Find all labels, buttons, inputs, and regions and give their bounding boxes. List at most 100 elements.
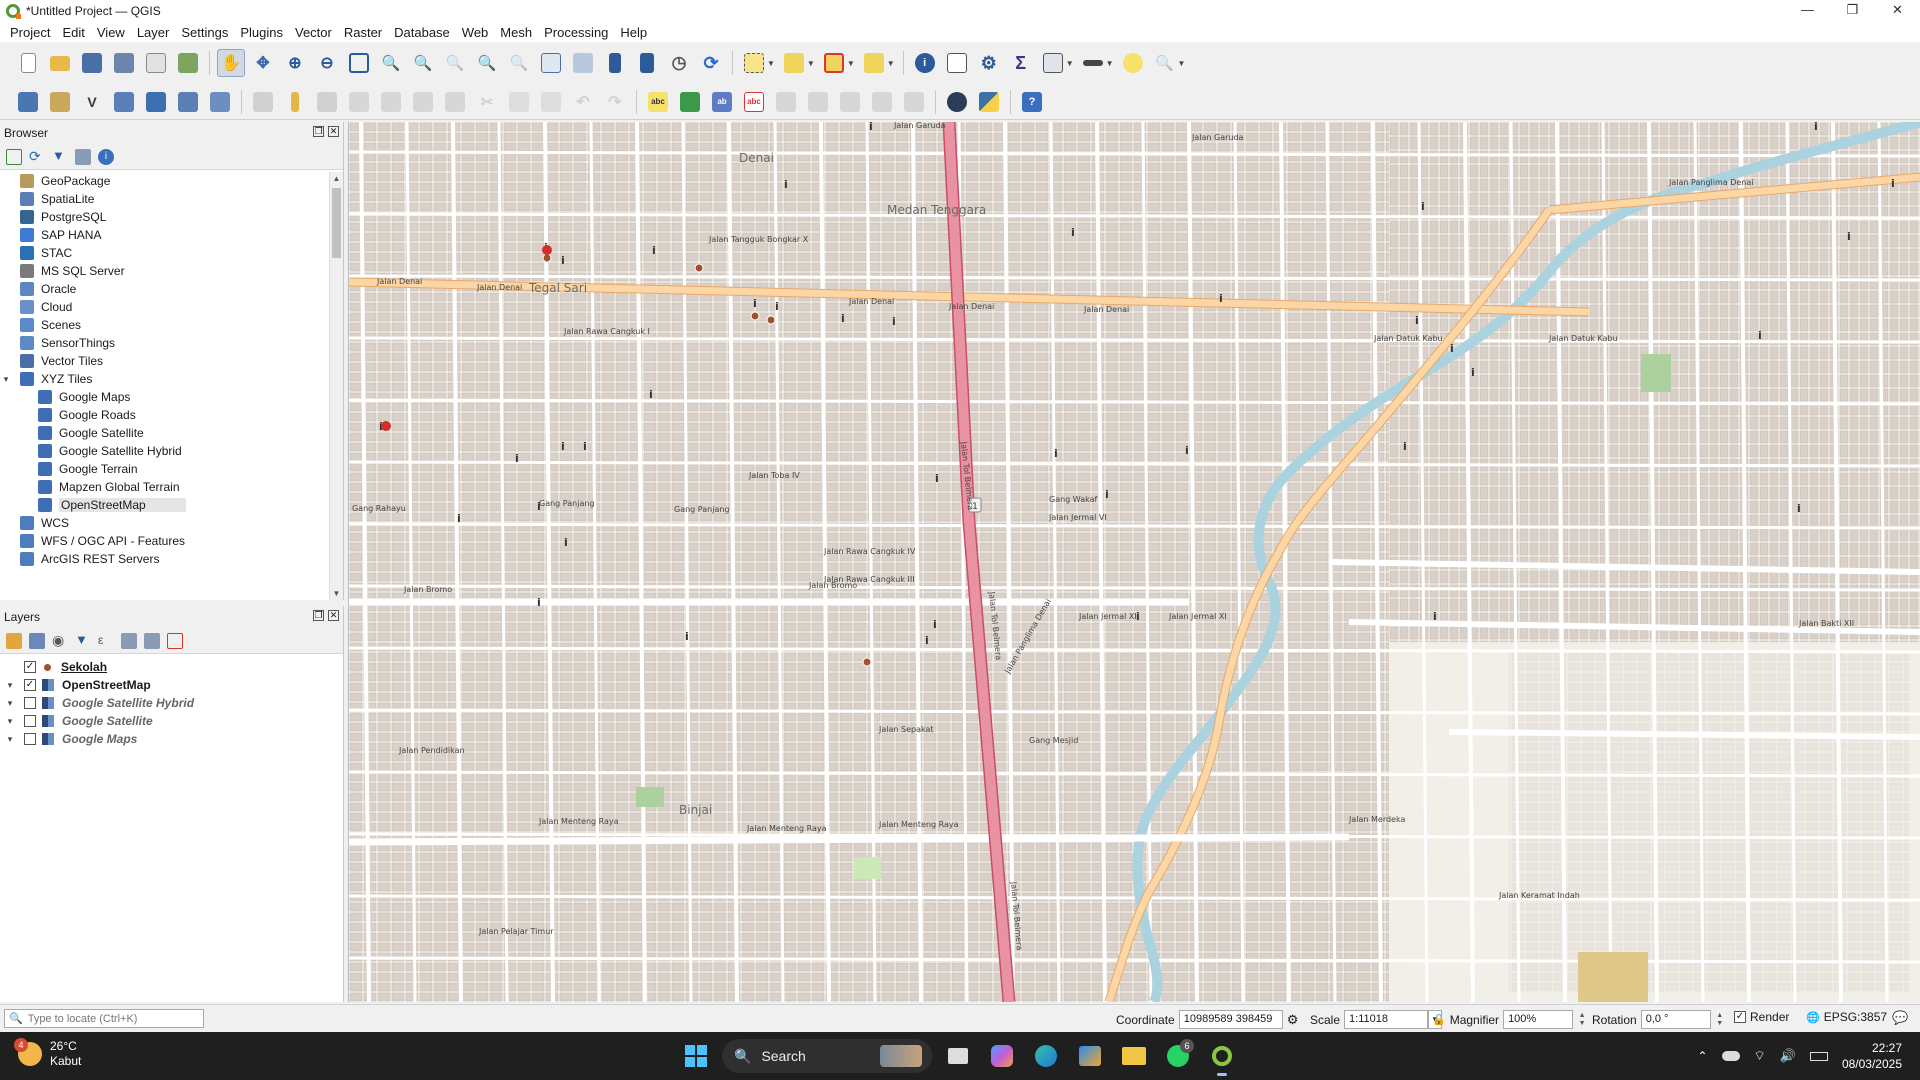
copilot-button[interactable] (984, 1038, 1020, 1074)
temporal-controller-button[interactable]: ◷ (665, 49, 693, 77)
volume-icon[interactable]: 🔊 (1780, 1048, 1796, 1064)
add-raster-button[interactable] (174, 88, 202, 116)
collapse-all-icon[interactable] (144, 632, 160, 649)
add-group-icon[interactable] (29, 632, 45, 649)
layer-item[interactable]: ▾ ✓ OpenStreetMap (0, 676, 343, 694)
magnifier-spinner[interactable]: ▲ ▼ (1577, 1012, 1587, 1028)
chevron-down-icon[interactable]: ▼ (767, 59, 775, 68)
browser-item[interactable]: Google Satellite (0, 424, 329, 442)
digitize-button[interactable] (345, 88, 373, 116)
file-explorer-button[interactable] (1116, 1038, 1152, 1074)
render-checkbox[interactable]: ✓ (1734, 1011, 1746, 1023)
menu-database[interactable]: Database (388, 25, 456, 40)
data-source-manager-button[interactable] (14, 88, 42, 116)
close-button[interactable]: ✕ (1875, 0, 1920, 22)
sekolah-point-marker[interactable] (766, 315, 776, 325)
layer-expander[interactable]: ▾ (4, 716, 16, 727)
menu-mesh[interactable]: Mesh (494, 25, 538, 40)
redo-button[interactable]: ↷ (601, 88, 629, 116)
minimize-button[interactable]: — (1785, 0, 1830, 22)
menu-layer[interactable]: Layer (131, 25, 176, 40)
undo-button[interactable]: ↶ (569, 88, 597, 116)
print-layout-button[interactable] (142, 49, 170, 77)
add-selected-layers-icon[interactable] (6, 148, 22, 165)
new-geopackage-button[interactable] (46, 88, 74, 116)
browser-item[interactable]: ▾ XYZ Tiles (0, 370, 329, 388)
maximize-button[interactable]: ❐ (1830, 0, 1875, 22)
save-project-button[interactable] (78, 49, 106, 77)
save-as-button[interactable] (110, 49, 138, 77)
identify-button[interactable]: i (911, 49, 939, 77)
info-icon[interactable]: i (98, 148, 114, 165)
layer-item[interactable]: ▾ Google Maps (0, 730, 343, 748)
collapse-all-icon[interactable] (75, 148, 91, 165)
change-label-button[interactable] (868, 88, 896, 116)
new-shapefile-button[interactable]: V (78, 88, 106, 116)
plugin-globe-button[interactable] (943, 88, 971, 116)
highlight-labels-button[interactable]: ab (708, 88, 736, 116)
open-field-calculator-button[interactable] (1039, 49, 1067, 77)
zoom-out-button[interactable]: ⊖ (313, 49, 341, 77)
deselect-button[interactable] (820, 49, 848, 77)
chevron-down-icon[interactable]: ▼ (887, 59, 895, 68)
map-rendering[interactable]: 1 Denai Medan Tenggara Tegal Sari Binjai… (349, 122, 1920, 1002)
browser-item[interactable]: Google Roads (0, 406, 329, 424)
locate-button[interactable]: 🔍 (1151, 49, 1179, 77)
menu-view[interactable]: View (91, 25, 131, 40)
messages-icon[interactable]: 💬 (1892, 1010, 1908, 1026)
browser-item[interactable]: SpatiaLite (0, 190, 329, 208)
move-label-button[interactable] (804, 88, 832, 116)
taskbar-search[interactable]: 🔍 Search (722, 1039, 932, 1073)
help-button[interactable]: ? (1018, 88, 1046, 116)
crs-group[interactable]: 🌐 EPSG:3857 (1806, 1010, 1887, 1024)
pin-labels-button[interactable]: abc (740, 88, 768, 116)
coordinate-field[interactable]: 10989589 398459 (1178, 1010, 1283, 1029)
layer-expander[interactable]: ▾ (4, 698, 16, 709)
chevron-down-icon[interactable]: ▼ (847, 59, 855, 68)
lock-icon[interactable]: 🔒 (1432, 1013, 1446, 1026)
layer-expander[interactable]: ▾ (4, 734, 16, 745)
statistics-button[interactable]: Σ (1007, 49, 1035, 77)
menu-vector[interactable]: Vector (289, 25, 338, 40)
scale-field[interactable]: 1:11018 (1344, 1010, 1429, 1029)
select-features-button[interactable] (740, 49, 768, 77)
chevron-down-icon[interactable]: ▼ (1106, 59, 1114, 68)
python-console-button[interactable] (975, 88, 1003, 116)
whatsapp-button[interactable]: 6 (1160, 1038, 1196, 1074)
measure-button[interactable] (1079, 49, 1107, 77)
menu-settings[interactable]: Settings (175, 25, 234, 40)
layer-item[interactable]: ▾ Google Satellite (0, 712, 343, 730)
rotation-field[interactable]: 0,0 ° (1640, 1010, 1711, 1029)
browser-item[interactable]: Oracle (0, 280, 329, 298)
browser-item[interactable]: Scenes (0, 316, 329, 334)
wifi-icon[interactable]: ⌔ (1754, 1048, 1766, 1064)
filter-icon[interactable]: ▼ (52, 148, 68, 165)
show-bookmarks-button[interactable] (633, 49, 661, 77)
close-panel-button[interactable]: ✕ (328, 126, 339, 137)
diagram-tool-button[interactable] (676, 88, 704, 116)
zoom-full-button[interactable] (345, 49, 373, 77)
current-edits-button[interactable] (249, 88, 277, 116)
messages-group[interactable]: 💬 (1892, 1010, 1908, 1026)
sekolah-point-marker[interactable] (750, 311, 760, 321)
new-virtual-layer-button[interactable] (142, 88, 170, 116)
zoom-native-button[interactable]: 🔍 (441, 49, 469, 77)
toggle-editing-button[interactable] (281, 88, 309, 116)
menu-project[interactable]: Project (4, 25, 56, 40)
rotation-spinner[interactable]: ▲ ▼ (1715, 1012, 1725, 1028)
close-panel-button[interactable]: ✕ (328, 610, 339, 621)
label-tool-button[interactable]: abc (644, 88, 672, 116)
chevron-down-icon[interactable]: ▼ (1178, 59, 1186, 68)
onedrive-icon[interactable] (1721, 1051, 1740, 1061)
layer-visibility-checkbox[interactable]: ✓ (24, 679, 36, 691)
chevron-up-icon[interactable]: ⌃ (1697, 1049, 1707, 1063)
sekolah-point-marker[interactable] (542, 253, 552, 263)
copy-features-button[interactable] (505, 88, 533, 116)
crs-label[interactable]: EPSG:3857 (1824, 1010, 1887, 1024)
chevron-down-icon[interactable]: ▾ (0, 374, 12, 385)
expand-all-icon[interactable] (121, 632, 137, 649)
map-tips-button[interactable] (1119, 49, 1147, 77)
zoom-last-button[interactable]: 🔍 (473, 49, 501, 77)
edge-button[interactable] (1028, 1038, 1064, 1074)
menu-raster[interactable]: Raster (338, 25, 388, 40)
